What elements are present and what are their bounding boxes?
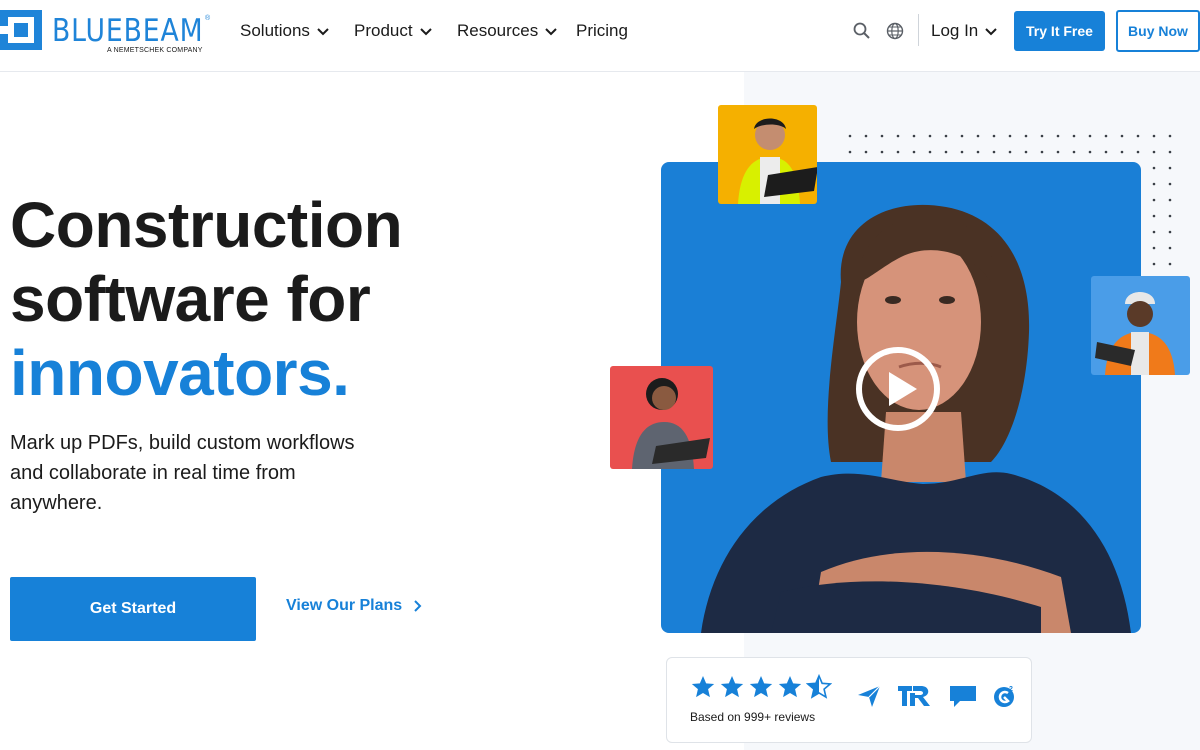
bluebeam-logo[interactable]: BLUEBEAM ® A NEMETSCHEK COMPANY	[0, 9, 215, 59]
worker-with-tablet-illustration	[1095, 292, 1175, 375]
chevron-down-icon	[985, 28, 997, 36]
trustradius-icon[interactable]	[896, 683, 934, 709]
nav-product[interactable]: Product	[354, 21, 433, 41]
worker-with-tablet-illustration	[738, 118, 817, 204]
buy-now-button[interactable]: Buy Now	[1116, 10, 1200, 52]
play-icon[interactable]	[855, 346, 941, 432]
nav-resources[interactable]: Resources	[457, 21, 558, 41]
try-it-free-button[interactable]: Try It Free	[1014, 11, 1105, 51]
headline-line-1: Construction	[10, 189, 403, 261]
chevron-down-icon	[317, 28, 329, 36]
logo-tagline: A NEMETSCHEK COMPANY	[107, 47, 203, 54]
hero-subtext: Mark up PDFs, build custom workflows and…	[10, 432, 355, 514]
star-rating	[690, 674, 832, 700]
headline-line-2: software for	[10, 263, 371, 335]
worker-thumbnail-red	[610, 366, 713, 469]
nav-resources-label: Resources	[457, 21, 539, 40]
review-site-badges: 2	[856, 683, 1018, 709]
search-icon[interactable]	[852, 21, 872, 41]
g2-icon[interactable]: 2	[992, 683, 1018, 709]
logo-mark-icon	[0, 10, 42, 50]
headline-accent: innovators.	[10, 337, 350, 409]
reviews-count: Based on 999+ reviews	[690, 710, 816, 724]
svg-text:2: 2	[1009, 686, 1013, 693]
worker-with-tablet-illustration	[632, 378, 710, 469]
nav-pricing-label: Pricing	[576, 21, 628, 40]
globe-icon[interactable]	[885, 21, 905, 41]
nav-pricing[interactable]: Pricing	[576, 21, 628, 41]
star-icon	[749, 675, 773, 698]
capterra-icon[interactable]	[856, 683, 882, 709]
chevron-down-icon	[419, 28, 432, 36]
nav-solutions-label: Solutions	[240, 21, 310, 40]
view-plans-link[interactable]: View Our Plans	[286, 597, 422, 615]
login-menu[interactable]: Log In	[931, 21, 998, 41]
header-divider	[918, 14, 919, 46]
half-star-icon	[806, 674, 832, 699]
logo-wordmark: BLUEBEAM	[52, 13, 204, 49]
star-icon	[778, 675, 802, 698]
worker-thumbnail-blue	[1091, 276, 1190, 375]
software-advice-icon[interactable]	[948, 683, 978, 709]
chevron-right-icon	[414, 600, 422, 612]
logo-registered-mark: ®	[205, 15, 211, 22]
hero-headline: Construction software for innovators.	[10, 188, 403, 410]
nav-solutions[interactable]: Solutions	[240, 21, 330, 41]
site-header: BLUEBEAM ® A NEMETSCHEK COMPANY Solution…	[0, 0, 1200, 72]
get-started-button[interactable]: Get Started	[10, 577, 256, 641]
star-icon	[720, 675, 744, 698]
login-label: Log In	[931, 21, 979, 40]
view-plans-label: View Our Plans	[286, 597, 403, 614]
star-icon	[691, 675, 715, 698]
chevron-down-icon	[545, 28, 557, 36]
worker-thumbnail-yellow	[718, 105, 817, 204]
nav-product-label: Product	[354, 21, 413, 40]
